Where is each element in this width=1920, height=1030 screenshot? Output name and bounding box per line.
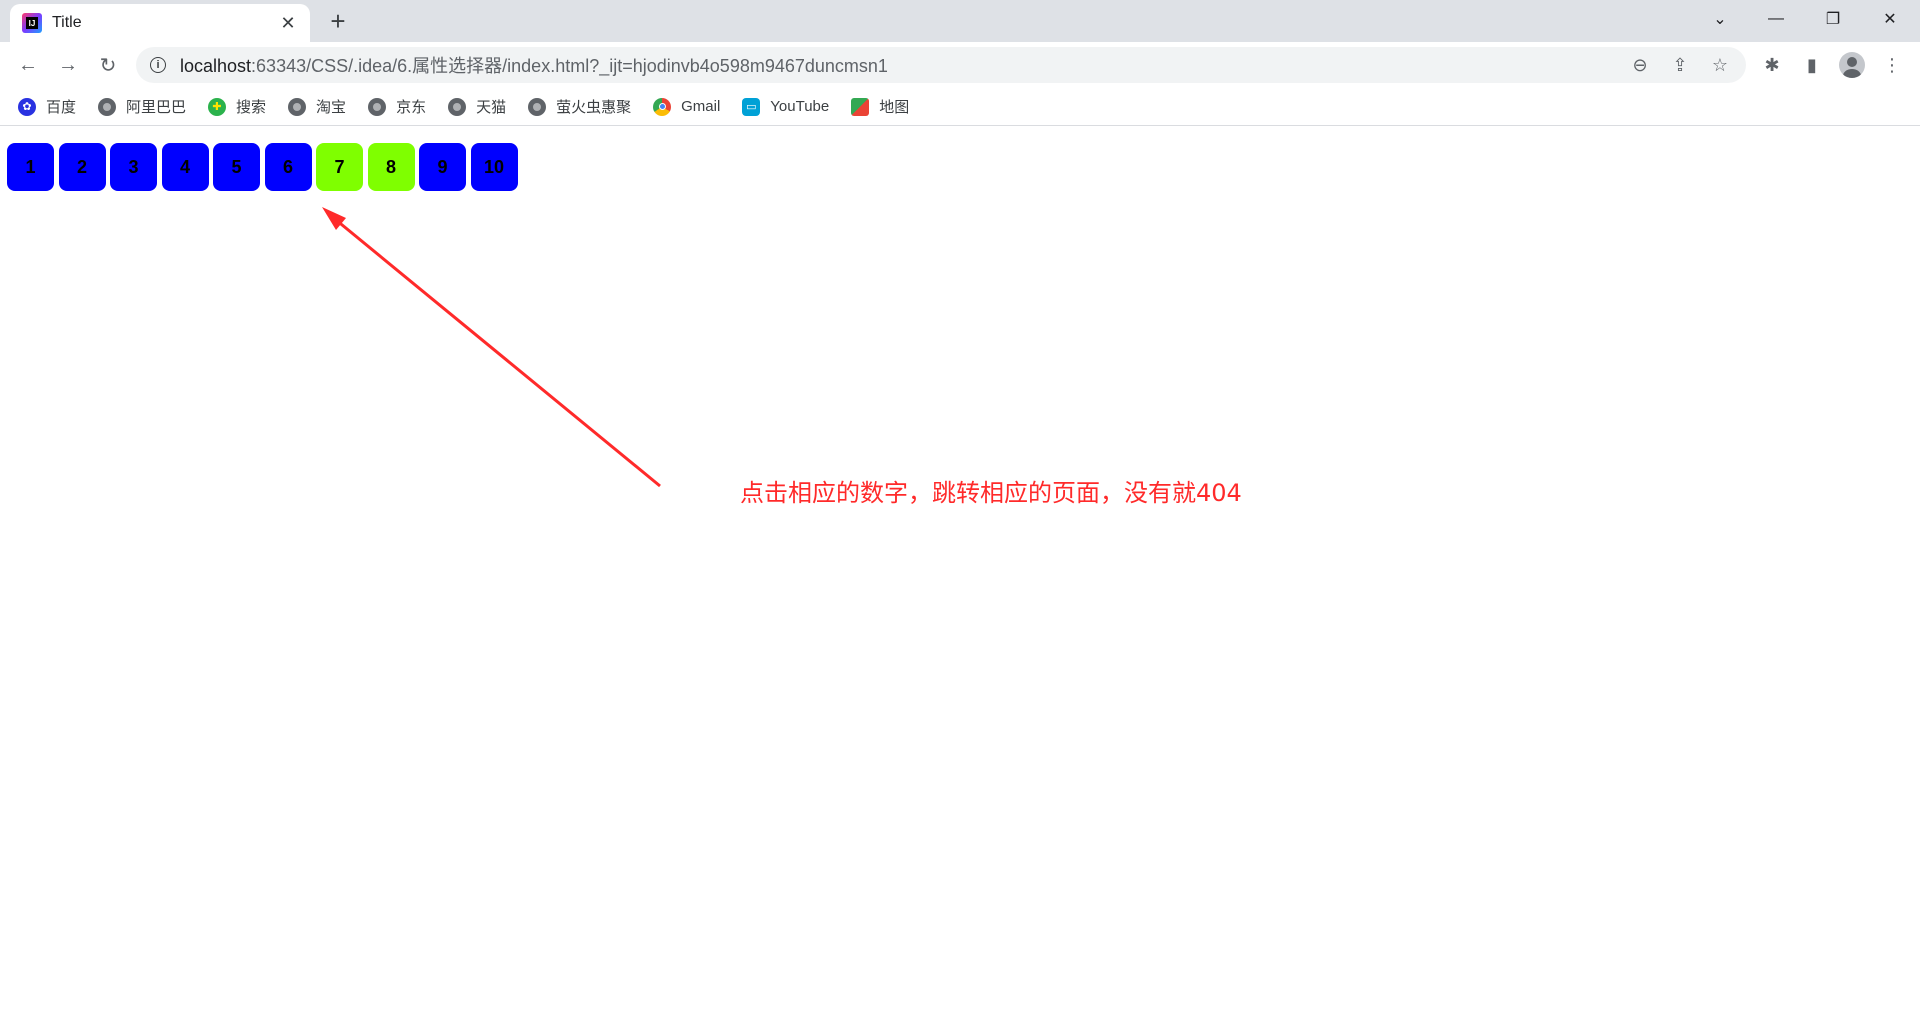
annotation-text: 点击相应的数字，跳转相应的页面，没有就404	[740, 479, 1242, 507]
annotation-arrow	[322, 207, 661, 488]
